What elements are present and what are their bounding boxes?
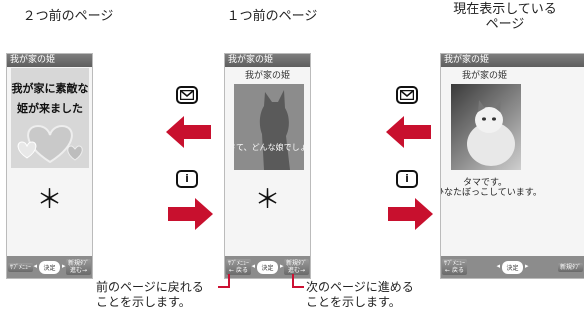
softkey-new-tab[interactable]: 新規ﾀﾌﾞ 進む→	[65, 259, 91, 275]
back-arrow-left	[166, 116, 211, 148]
softkey-submenu-label: ｻﾌﾞﾒﾆｭｰ	[444, 260, 466, 267]
softkey-confirm[interactable]: 決定	[251, 260, 284, 274]
forward-arrow-right	[388, 198, 433, 230]
phone-screen-current: 我が家の姫 我が家の姫 タマです。 ひなたぼっこしています。 ｻﾌﾞﾒﾆｭｰ ←…	[440, 53, 584, 279]
softkey-new-tab[interactable]: 新規ﾀﾌﾞ 進む→	[283, 259, 309, 275]
phone-titlebar: 我が家の姫	[225, 54, 310, 67]
asterisk-mark: ＊	[254, 185, 281, 215]
forward-note-connector	[292, 274, 304, 288]
heart-small-left	[17, 141, 37, 159]
softkey-back-label: ← 戻る	[445, 267, 464, 274]
caption-current-page: 現在表示している ページ	[430, 2, 580, 32]
phone-screen-two-back: 我が家の姫 我が家に素敵な 姫が来ました ＊ ｻﾌﾞﾒﾆｭｰ 決定 新規ﾀﾌﾞ …	[6, 53, 93, 279]
phone-screen-one-back: 我が家の姫 我が家の姫 さて、どんな娘でしょう? ＊ ｻﾌﾞﾒﾆｭｰ ← 戻る …	[224, 53, 311, 279]
heart-small-right	[67, 145, 83, 161]
back-note: 前のページに戻れる ことを示します。	[96, 280, 204, 310]
softkey-confirm[interactable]: 決定	[496, 260, 529, 274]
photo-caption-line2: ひなたぼっこしています。	[440, 188, 542, 198]
softkey-back-label: ← 戻る	[229, 267, 248, 274]
back-note-line2: ことを示します。	[96, 295, 191, 309]
softkey-confirm[interactable]: 決定	[33, 260, 66, 274]
i-key-icon: i	[176, 170, 198, 188]
cat-photo-shape	[467, 100, 515, 166]
envelope-icon	[179, 89, 195, 101]
envelope-icon	[399, 89, 415, 101]
phone-titlebar: 我が家の姫	[441, 54, 584, 67]
softkey-submenu[interactable]: ｻﾌﾞﾒﾆｭｰ ← 戻る	[226, 259, 252, 275]
softkey-forward-label: 進む→	[287, 267, 305, 274]
caption-two-pages-back: ２つ前のページ	[22, 9, 114, 24]
i-key-icon: i	[396, 170, 418, 188]
softkey-new-tab[interactable]: 新規ﾀﾌﾞ	[557, 262, 583, 272]
softkey-new-tab-label: 新規ﾀﾌﾞ	[67, 260, 89, 267]
hearts-image	[17, 124, 83, 164]
caption-current-line2: ページ	[485, 17, 525, 32]
page-subtitle: 我が家の姫	[244, 71, 290, 81]
softkey-bar: ｻﾌﾞﾒﾆｭｰ 決定 新規ﾀﾌﾞ 進む→	[7, 256, 92, 278]
cat-silhouette	[259, 90, 290, 170]
phone-titlebar: 我が家の姫	[7, 54, 92, 67]
back-note-line1: 前のページに戻れる	[96, 280, 204, 294]
softkey-submenu-label: ｻﾌﾞﾒﾆｭｰ	[228, 260, 250, 267]
overlay-text: さて、どんな娘でしょう?	[234, 143, 304, 152]
forward-arrow-right	[168, 198, 213, 230]
back-arrow-left	[386, 116, 431, 148]
softkey-submenu[interactable]: ｻﾌﾞﾒﾆｭｰ	[8, 262, 34, 272]
cat-photo	[451, 84, 521, 170]
softkey-forward-label: 進む→	[69, 267, 87, 274]
asterisk-mark: ＊	[36, 185, 63, 215]
softkey-new-tab-label: 新規ﾀﾌﾞ	[285, 260, 307, 267]
mail-key-icon	[396, 86, 418, 104]
caption-current-line1: 現在表示している	[453, 2, 557, 17]
forward-note: 次のページに進める ことを示します。	[306, 280, 414, 310]
page-subtitle: 我が家の姫	[461, 71, 507, 81]
cat-silhouette-image: さて、どんな娘でしょう?	[234, 84, 304, 170]
forward-note-line1: 次のページに進める	[306, 280, 414, 294]
softkey-submenu[interactable]: ｻﾌﾞﾒﾆｭｰ ← 戻る	[442, 259, 468, 275]
headline-line1: 我が家に素敵な	[11, 82, 89, 95]
headline-block: 我が家に素敵な 姫が来ました	[11, 68, 89, 168]
forward-note-line2: ことを示します。	[306, 295, 401, 309]
softkey-bar: ｻﾌﾞﾒﾆｭｰ ← 戻る 決定 新規ﾀﾌﾞ	[441, 256, 584, 278]
mail-key-icon	[176, 86, 198, 104]
back-note-connector	[218, 274, 230, 288]
caption-one-page-back: １つ前のページ	[226, 9, 318, 24]
